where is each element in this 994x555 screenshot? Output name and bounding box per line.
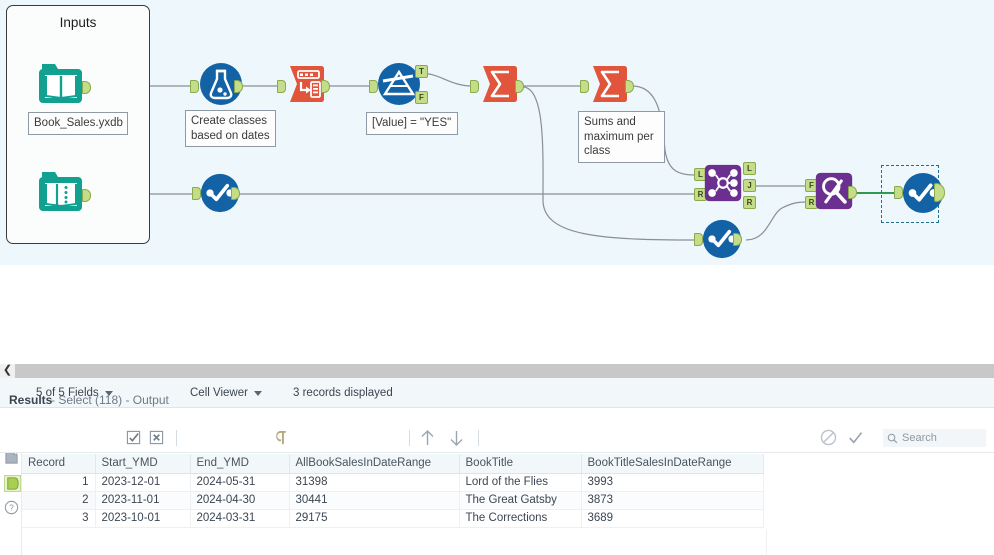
table-row[interactable]: 1 2023-12-01 2024-05-31 31398 Lord of th… bbox=[22, 473, 764, 492]
cell-book-title-sales: 3873 bbox=[581, 491, 764, 510]
column-header-end-ymd[interactable]: End_YMD bbox=[190, 454, 290, 474]
collapse-panel-button[interactable]: ❮ bbox=[0, 364, 15, 378]
cell-book-title: The Corrections bbox=[459, 509, 582, 528]
toolbar-separator bbox=[409, 430, 410, 446]
cell-book-title-sales: 3689 bbox=[581, 509, 764, 528]
question-icon[interactable]: ? bbox=[4, 500, 19, 515]
annotation-summarize[interactable]: Sums and maximum per class bbox=[578, 111, 665, 163]
column-header-book-title[interactable]: BookTitle bbox=[459, 454, 582, 474]
table-empty-area bbox=[22, 529, 767, 555]
cell-viewer-label: Cell Viewer bbox=[190, 387, 248, 399]
column-header-all-book-sales[interactable]: AllBookSalesInDateRange bbox=[289, 454, 460, 474]
cell-start-ymd: 2023-11-01 bbox=[95, 491, 191, 510]
select-all-fields-button[interactable] bbox=[126, 430, 141, 445]
output-anchor[interactable] bbox=[848, 186, 857, 199]
output-anchor-left[interactable]: L bbox=[743, 162, 756, 175]
cell-all-book-sales: 30441 bbox=[289, 491, 460, 510]
output-anchor-right[interactable]: R bbox=[743, 196, 756, 209]
output-anchor-false[interactable]: F bbox=[415, 91, 428, 104]
cell-record: 1 bbox=[22, 473, 96, 492]
column-header-record[interactable]: Record bbox=[22, 454, 96, 474]
cell-all-book-sales: 31398 bbox=[289, 473, 460, 492]
input-anchor[interactable] bbox=[580, 80, 589, 93]
input-anchor[interactable] bbox=[470, 80, 479, 93]
cell-book-title: The Great Gatsby bbox=[459, 491, 582, 510]
svg-text:?: ? bbox=[9, 503, 14, 513]
fields-label: 5 of 5 Fields bbox=[36, 387, 99, 399]
transpose-tool[interactable] bbox=[277, 62, 330, 110]
annotation-book-sales[interactable]: Book_Sales.yxdb bbox=[28, 112, 128, 135]
output-anchor[interactable] bbox=[82, 81, 91, 94]
results-panel: Results - Select (118) - Output ? 5 of 5… bbox=[0, 378, 994, 555]
input-tool-book-sales[interactable] bbox=[38, 62, 91, 110]
column-header-start-ymd[interactable]: Start_YMD bbox=[95, 454, 191, 474]
cell-start-ymd: 2023-12-01 bbox=[95, 473, 191, 492]
cell-record: 2 bbox=[22, 491, 96, 510]
join-tool[interactable]: L R L J R bbox=[694, 160, 756, 209]
arrow-down-icon[interactable] bbox=[448, 429, 465, 447]
check-icon[interactable] bbox=[847, 429, 864, 446]
output-anchor-icon[interactable] bbox=[4, 475, 21, 492]
toolbar-separator bbox=[176, 430, 177, 446]
cell-start-ymd: 2023-10-01 bbox=[95, 509, 191, 528]
cell-end-ymd: 2024-05-31 bbox=[190, 473, 290, 492]
deselect-all-fields-button[interactable] bbox=[149, 430, 164, 445]
browse-tool-selected[interactable] bbox=[894, 171, 945, 217]
annotation-filter[interactable]: [Value] = "YES" bbox=[366, 112, 458, 135]
find-replace-tool[interactable]: F R bbox=[805, 168, 861, 216]
chevron-down-icon bbox=[104, 390, 113, 396]
panel-splitter[interactable] bbox=[0, 364, 994, 378]
annotation-formula[interactable]: Create classes based on dates bbox=[185, 110, 276, 147]
no-entry-icon[interactable] bbox=[820, 429, 837, 446]
cell-record: 3 bbox=[22, 509, 96, 528]
cell-viewer-selector[interactable]: Cell Viewer bbox=[190, 378, 262, 408]
chevron-down-icon bbox=[253, 390, 262, 396]
filter-tool[interactable]: T F bbox=[369, 62, 429, 110]
input-anchor[interactable] bbox=[190, 80, 199, 93]
column-header-book-title-sales[interactable]: BookTitleSalesInDateRange bbox=[581, 454, 764, 474]
arrow-up-icon[interactable] bbox=[419, 429, 436, 447]
toolbar-separator bbox=[478, 430, 479, 446]
results-table[interactable]: Record Start_YMD End_YMD AllBookSalesInD… bbox=[22, 454, 764, 528]
formula-tool[interactable] bbox=[190, 62, 243, 110]
cell-end-ymd: 2024-04-30 bbox=[190, 491, 290, 510]
tool-container-label: Inputs bbox=[59, 15, 97, 30]
table-row[interactable]: 3 2023-10-01 2024-03-31 29175 The Correc… bbox=[22, 509, 764, 528]
search-placeholder: Search bbox=[902, 432, 937, 444]
summarize-tool-2[interactable] bbox=[580, 62, 634, 110]
output-anchor[interactable] bbox=[82, 189, 91, 202]
pilcrow-icon[interactable] bbox=[276, 430, 288, 445]
table-header-row: Record Start_YMD End_YMD AllBookSalesInD… bbox=[22, 454, 764, 474]
workflow-canvas[interactable]: Inputs Book_Sales.yxdb Create classes ba… bbox=[0, 0, 994, 364]
browse-tool-1[interactable] bbox=[192, 172, 240, 216]
join-icon bbox=[704, 164, 742, 202]
search-input[interactable]: Search bbox=[883, 429, 986, 447]
cell-book-title: Lord of the Flies bbox=[459, 473, 582, 492]
search-icon bbox=[887, 433, 898, 443]
dynamic-input-tool[interactable] bbox=[38, 170, 91, 218]
cell-book-title-sales: 3993 bbox=[581, 473, 764, 492]
output-anchor-join[interactable]: J bbox=[743, 179, 756, 192]
browse-tool-2[interactable] bbox=[694, 218, 742, 262]
dynamic-input-icon bbox=[39, 172, 82, 211]
fields-selector[interactable]: 5 of 5 Fields bbox=[36, 378, 113, 408]
cell-all-book-sales: 29175 bbox=[289, 509, 460, 528]
chevron-left-icon: ❮ bbox=[2, 364, 13, 376]
summarize-tool-1[interactable] bbox=[470, 62, 524, 110]
table-row[interactable]: 2 2023-11-01 2024-04-30 30441 The Great … bbox=[22, 491, 764, 510]
alteryx-designer-window: Inputs Book_Sales.yxdb Create classes ba… bbox=[0, 0, 994, 555]
cell-end-ymd: 2024-03-31 bbox=[190, 509, 290, 528]
results-titlebar: Results - Select (118) - Output bbox=[0, 378, 994, 408]
output-anchor-true[interactable]: T bbox=[415, 65, 428, 78]
input-data-icon bbox=[39, 64, 82, 103]
records-displayed-label: 3 records displayed bbox=[293, 387, 393, 399]
